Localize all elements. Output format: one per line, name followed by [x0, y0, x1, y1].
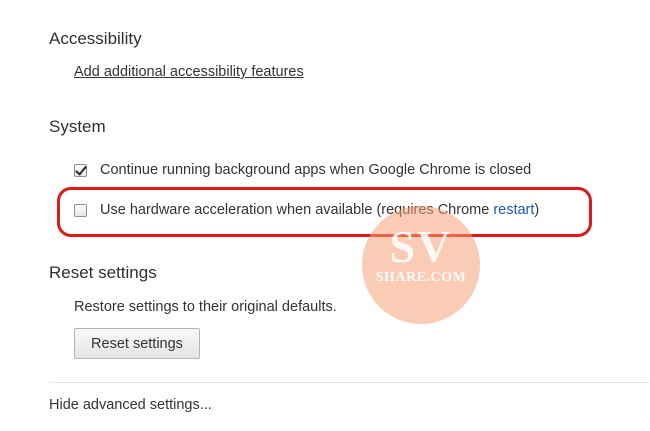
highlight-annotation [57, 187, 592, 237]
watermark-bottom-text: SHARE.COM [375, 270, 467, 285]
system-heading: System [49, 117, 106, 136]
add-accessibility-features-link[interactable]: Add additional accessibility features [74, 64, 304, 80]
hide-advanced-settings-link[interactable]: Hide advanced settings... [49, 397, 212, 413]
accessibility-heading: Accessibility [49, 29, 142, 48]
section-divider [49, 382, 649, 383]
background-apps-checkbox[interactable] [74, 163, 87, 177]
reset-description: Restore settings to their original defau… [74, 299, 337, 315]
settings-page: Accessibility Add additional accessibili… [0, 0, 650, 431]
background-apps-label: Continue running background apps when Go… [100, 162, 532, 178]
reset-settings-button[interactable]: Reset settings [74, 328, 200, 359]
background-apps-setting[interactable]: Continue running background apps when Go… [74, 162, 531, 178]
reset-settings-heading: Reset settings [49, 263, 157, 282]
